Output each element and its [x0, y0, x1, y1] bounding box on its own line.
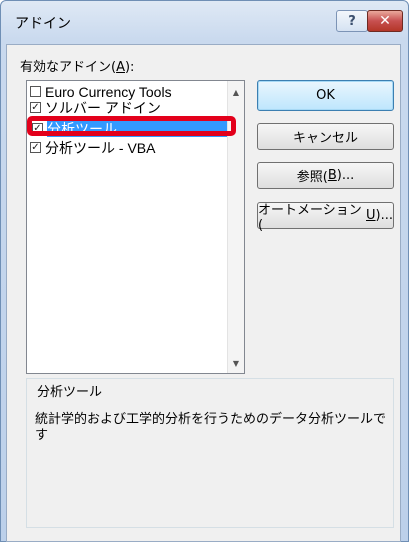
- description-title: 分析ツール: [35, 381, 105, 400]
- accelerator-key: A: [116, 60, 125, 75]
- cancel-button[interactable]: キャンセル: [257, 123, 394, 150]
- close-button[interactable]: ✕: [367, 10, 403, 32]
- ok-button[interactable]: OK: [257, 80, 394, 111]
- checkbox[interactable]: ✓: [30, 102, 41, 113]
- addin-item-label: 分析ツール - VBA: [45, 139, 156, 156]
- accelerator-key: B: [327, 168, 337, 183]
- addin-item-analysis-toolpak-vba[interactable]: ✓ 分析ツール - VBA: [30, 139, 228, 156]
- accelerator-key: U: [366, 208, 376, 223]
- addin-item-label: ソルバー アドイン: [45, 99, 161, 116]
- automation-button[interactable]: オートメーション(U)...: [257, 202, 394, 233]
- checkbox[interactable]: [30, 86, 41, 97]
- close-icon: ✕: [379, 13, 391, 29]
- annotation-highlight-box: [27, 116, 236, 136]
- help-icon: ?: [348, 13, 356, 29]
- addin-list-label: 有効なアドイン(A):: [20, 60, 135, 75]
- addin-item-label: Euro Currency Tools: [45, 83, 172, 100]
- dialog-title: アドイン: [15, 16, 71, 32]
- description-group: [26, 378, 394, 528]
- checkmark-icon: ✓: [31, 102, 40, 113]
- addin-item-solver[interactable]: ✓ ソルバー アドイン: [30, 99, 228, 116]
- browse-button[interactable]: 参照(B)...: [257, 162, 394, 189]
- title-bar[interactable]: アドイン ? ✕: [1, 1, 408, 45]
- scroll-down-icon[interactable]: ▼: [228, 359, 244, 368]
- description-text: 統計学的および工学的分析を行うためのデータ分析ツールです: [35, 412, 387, 443]
- addin-item-euro-currency-tools[interactable]: Euro Currency Tools: [30, 83, 228, 100]
- checkbox[interactable]: ✓: [30, 142, 41, 153]
- scroll-up-icon[interactable]: ▲: [228, 88, 244, 97]
- checkmark-icon: ✓: [31, 142, 40, 153]
- help-button[interactable]: ?: [336, 10, 368, 32]
